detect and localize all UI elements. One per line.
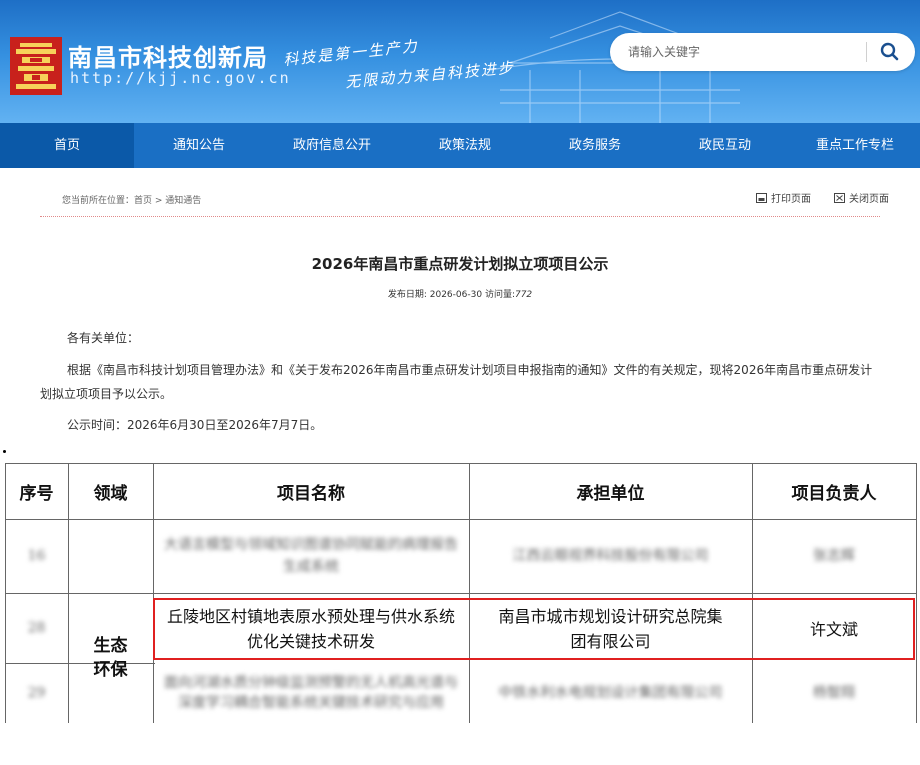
search-divider [866, 42, 867, 62]
breadcrumb-divider [40, 216, 880, 217]
row-16-project: 大语言模型与领域知识图谱协同赋能的病理报告生成系统 [164, 537, 458, 575]
col-header-unit: 承担单位 [576, 483, 645, 504]
nav-policies[interactable]: 政策法规 [400, 123, 530, 168]
views-count: 772 [514, 290, 533, 300]
col-header-leader: 项目负责人 [791, 483, 877, 504]
search-button[interactable] [876, 39, 904, 65]
main-nav: 首页 通知公告 政府信息公开 政策法规 政务服务 政民互动 重点工作专栏 [0, 123, 920, 168]
publish-date: 2026-06-30 [429, 290, 483, 300]
article-meta: 发布日期: 2026-06-30 访问量:772 [0, 287, 920, 300]
printer-icon [756, 192, 767, 203]
nav-services[interactable]: 政务服务 [530, 123, 660, 168]
breadcrumb: 您当前所在位置：首页 > 通知通告 [62, 196, 202, 206]
row-16-unit: 江西云眼视界科技股份有限公司 [512, 548, 709, 564]
search-icon [880, 42, 899, 61]
search-input[interactable] [628, 40, 858, 64]
row-29-no: 29 [27, 685, 46, 701]
slogan-line-1: 科技是第一生产力 [282, 36, 420, 70]
row-16-leader: 张志辉 [813, 548, 855, 564]
table-line [916, 463, 917, 723]
col-header-no: 序号 [19, 483, 54, 504]
nav-home[interactable]: 首页 [0, 123, 134, 168]
nav-interaction[interactable]: 政民互动 [660, 123, 790, 168]
site-name: 南昌市科技创新局 [68, 44, 268, 72]
emblem-logo-icon [10, 37, 62, 95]
bullet-dot [3, 450, 6, 453]
date-label: 发布日期: [387, 290, 427, 300]
print-page-label: 打印页面 [771, 194, 811, 205]
nav-gov-info[interactable]: 政府信息公开 [264, 123, 400, 168]
article-title: 2026年南昌市重点研发计划拟立项项目公示 [311, 255, 609, 273]
row-28-no: 28 [27, 620, 46, 636]
image-separator [0, 438, 920, 452]
close-page-label: 关闭页面 [849, 194, 889, 205]
field-cell: 生态环保 [93, 636, 128, 680]
search-box [610, 33, 915, 71]
nav-notices[interactable]: 通知公告 [134, 123, 264, 168]
row-29-leader: 杨智翔 [813, 685, 855, 701]
row-16-no: 16 [27, 548, 46, 564]
row-29-project: 面向河湖水质分钟级监测预警的无人机高光谱与深度学习耦合智能系统关键技术研究与应用 [164, 675, 458, 711]
site-url: http://kjj.nc.gov.cn [70, 69, 291, 87]
highlight-box [153, 598, 915, 660]
greeting: 各有关单位： [67, 331, 140, 345]
body-line-1: 根据《南昌市科技计划项目管理办法》和《关于发布2026年南昌市重点研发计划项目申… [67, 363, 873, 377]
print-page-button[interactable]: 打印页面 [756, 190, 811, 205]
nav-key-work[interactable]: 重点工作专栏 [790, 123, 920, 168]
row-29-unit: 中铁水利水电规划设计集团有限公司 [498, 685, 723, 701]
publicity-period: 公示时间：2026年6月30日至2026年7月7日。 [67, 418, 323, 432]
close-icon [834, 192, 845, 203]
col-header-field: 领域 [93, 483, 128, 504]
close-page-button[interactable]: 关闭页面 [834, 190, 889, 205]
views-label: 访问量: [484, 290, 515, 300]
body-line-2: 划拟立项项目予以公示。 [40, 387, 173, 401]
site-header: 南昌市科技创新局 http://kjj.nc.gov.cn 科技是第一生产力 无… [0, 0, 920, 123]
col-header-project: 项目名称 [277, 483, 345, 504]
